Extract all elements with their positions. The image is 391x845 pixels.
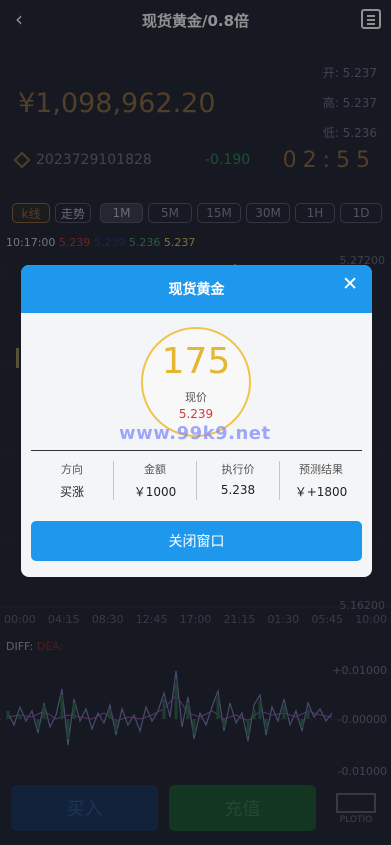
info-amount: 金额 ￥1000: [114, 461, 197, 500]
watermark: www.99k9.net: [119, 423, 271, 444]
info-value: 买涨: [59, 485, 84, 499]
trade-page: ‹ 现货黄金/0.8倍 ¥1,098,962.20 开: 5.237 高: 5.…: [0, 0, 391, 845]
order-result-modal: 现货黄金 ✕ 175 现价 5.239 www.99k9.net 方向 买涨 金…: [21, 265, 372, 577]
info-label: 预测结果: [299, 463, 343, 476]
divider: [31, 450, 362, 451]
info-label: 执行价: [221, 463, 255, 476]
info-value: ￥1000: [133, 485, 177, 499]
order-info: 方向 买涨 金额 ￥1000 执行价 5.238 预测结果 ￥+1800: [31, 461, 362, 500]
close-icon[interactable]: ✕: [342, 273, 358, 295]
countdown-ring: 175 现价 5.239: [141, 327, 251, 437]
info-strike: 执行价 5.238: [197, 461, 280, 500]
close-window-button[interactable]: 关闭窗口: [31, 521, 362, 561]
info-label: 方向: [61, 463, 83, 476]
modal-title: 现货黄金: [168, 282, 225, 298]
info-direction: 方向 买涨: [31, 461, 114, 500]
current-price: 5.239: [178, 407, 214, 421]
countdown-value: 175: [161, 341, 231, 382]
current-price-label: 现价: [185, 391, 207, 404]
info-value: 5.238: [220, 483, 256, 497]
info-label: 金额: [144, 463, 166, 476]
info-value: ￥+1800: [294, 485, 348, 499]
info-result: 预测结果 ￥+1800: [280, 461, 362, 500]
modal-header: 现货黄金 ✕: [21, 265, 372, 313]
